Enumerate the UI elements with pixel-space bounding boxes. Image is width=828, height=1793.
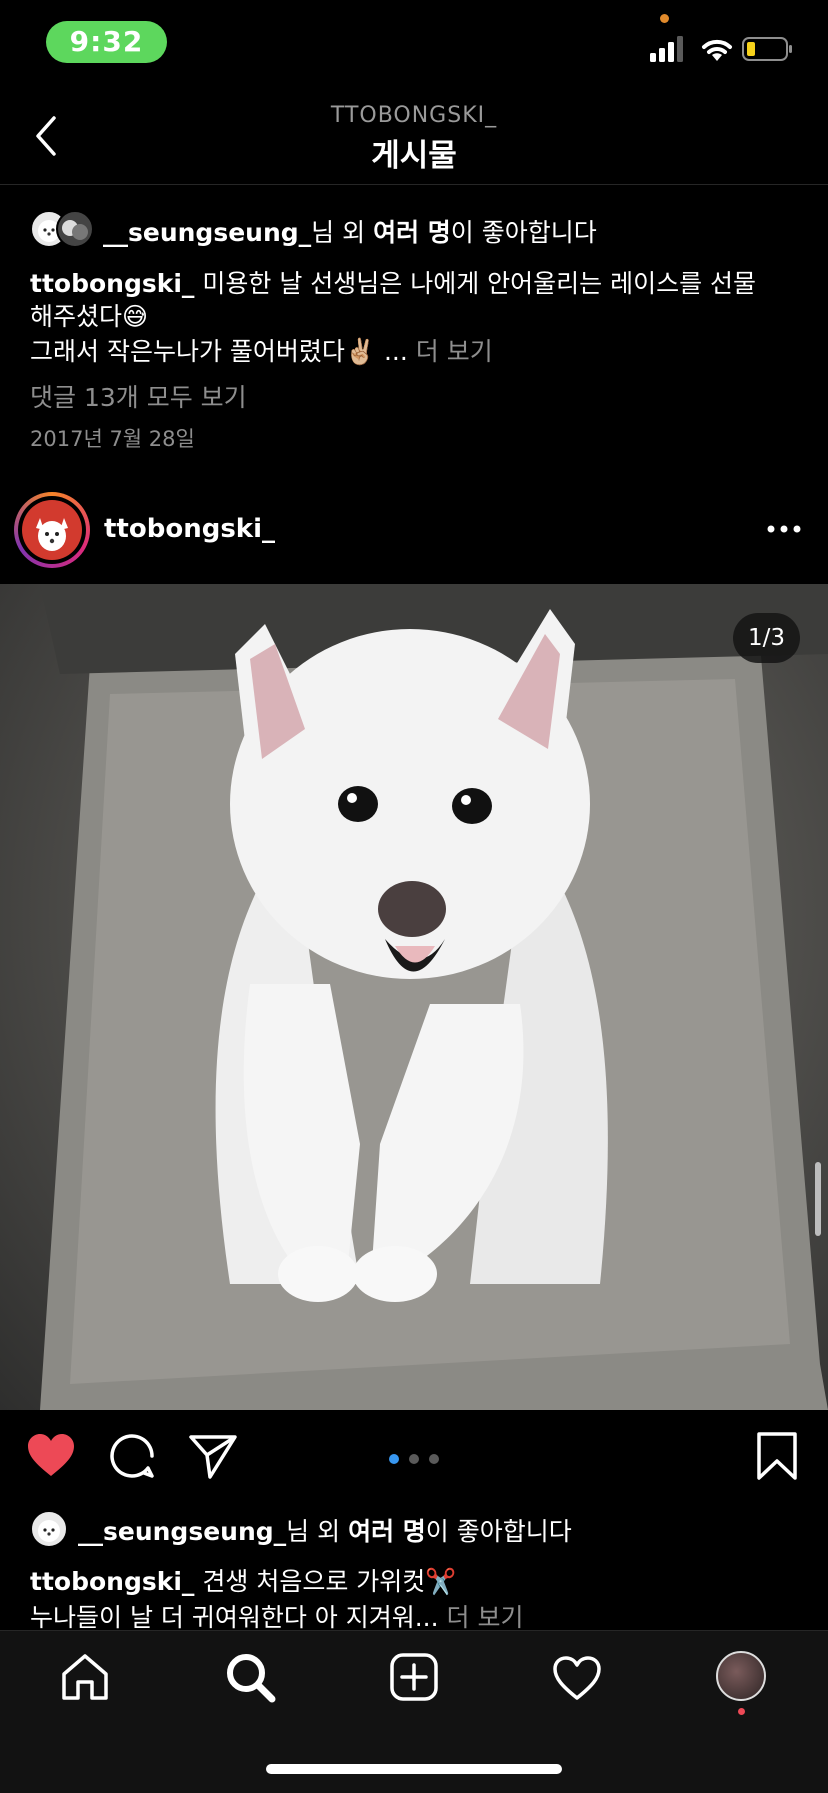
carousel-dot-active bbox=[389, 1454, 399, 1464]
dog-avatar-icon bbox=[36, 518, 68, 551]
view-all-comments-link[interactable]: 댓글 13개 모두 보기 bbox=[30, 378, 247, 414]
likes-others-link[interactable]: 여러 명 bbox=[348, 1517, 426, 1546]
caption-more-link[interactable]: 더 보기 bbox=[447, 1603, 524, 1632]
likes-text-part: 이 좋아합니다 bbox=[425, 1517, 572, 1546]
dog-photo-illustration bbox=[40, 584, 828, 1410]
likes-others-link[interactable]: 여러 명 bbox=[373, 218, 451, 247]
add-post-icon[interactable] bbox=[389, 1652, 439, 1702]
caption-line: ttobongski_ 견생 처음으로 가위컷✂️ bbox=[30, 1562, 456, 1598]
caption-text: 해주셨다😅 bbox=[30, 302, 149, 331]
post-photo[interactable] bbox=[0, 584, 828, 1410]
likes-text-part: 이 좋아합니다 bbox=[450, 218, 597, 247]
likes-text-part: 님 외 bbox=[286, 1517, 349, 1546]
caption-text: 견생 처음으로 가위컷✂️ bbox=[202, 1567, 457, 1596]
likes-text-part: 님 외 bbox=[311, 218, 374, 247]
caption-text: 누나들이 날 더 귀여워한다 아 지겨워... bbox=[30, 1603, 439, 1632]
search-icon[interactable] bbox=[224, 1651, 276, 1703]
post-author-avatar[interactable] bbox=[14, 492, 90, 568]
caption-line: 그래서 작은누나가 풀어버렸다✌🏼 ... 더 보기 bbox=[30, 332, 493, 368]
caption-text: 그래서 작은누나가 풀어버렸다✌🏼 ... bbox=[30, 337, 408, 366]
post-author-username[interactable]: ttobongski_ bbox=[104, 514, 275, 544]
activity-heart-icon[interactable] bbox=[552, 1655, 602, 1701]
more-options-icon[interactable] bbox=[766, 522, 802, 536]
status-time: 9:32 bbox=[46, 21, 167, 63]
carousel-dot bbox=[409, 1454, 419, 1464]
caption-username[interactable]: ttobongski_ bbox=[30, 1567, 194, 1596]
header-divider bbox=[0, 184, 828, 185]
wifi-icon bbox=[702, 39, 732, 61]
share-icon[interactable] bbox=[188, 1433, 238, 1479]
home-icon[interactable] bbox=[60, 1652, 110, 1702]
image-counter: 1/3 bbox=[733, 613, 800, 663]
liker-avatar[interactable] bbox=[30, 1510, 68, 1548]
caption-line: ttobongski_ 미용한 날 선생님은 나에게 안어울리는 레이스를 선물 bbox=[30, 264, 756, 300]
liker-avatars[interactable] bbox=[30, 210, 100, 250]
bookmark-icon[interactable] bbox=[756, 1431, 798, 1481]
page-title: 게시물 bbox=[371, 138, 457, 174]
caption-more-link[interactable]: 더 보기 bbox=[416, 337, 493, 366]
caption-line: 누나들이 날 더 귀여워한다 아 지겨워... 더 보기 bbox=[30, 1598, 523, 1634]
camera-indicator-dot bbox=[660, 14, 669, 23]
scrollbar[interactable] bbox=[815, 1162, 821, 1236]
post-date: 2017년 7월 28일 bbox=[30, 427, 195, 451]
header-account-name: TTOBONGSKI_ bbox=[330, 103, 498, 128]
likes-summary[interactable]: __seungseung_님 외 여러 명이 좋아합니다 bbox=[78, 1512, 572, 1548]
home-indicator[interactable] bbox=[266, 1764, 562, 1774]
caption-username[interactable]: ttobongski_ bbox=[30, 269, 194, 298]
battery-icon bbox=[742, 37, 792, 61]
profile-avatar[interactable] bbox=[716, 1651, 766, 1701]
carousel-dot bbox=[429, 1454, 439, 1464]
caption-text: 미용한 날 선생님은 나에게 안어울리는 레이스를 선물 bbox=[202, 269, 757, 298]
likes-summary[interactable]: __seungseung_님 외 여러 명이 좋아합니다 bbox=[103, 213, 597, 249]
liker-username[interactable]: __seungseung_ bbox=[78, 1517, 286, 1546]
cellular-signal-icon bbox=[650, 36, 683, 62]
like-heart-icon[interactable] bbox=[26, 1432, 76, 1478]
comment-icon[interactable] bbox=[108, 1432, 156, 1480]
liker-avatar bbox=[56, 210, 94, 248]
liker-username[interactable]: __seungseung_ bbox=[103, 218, 311, 247]
notification-dot bbox=[738, 1708, 745, 1715]
